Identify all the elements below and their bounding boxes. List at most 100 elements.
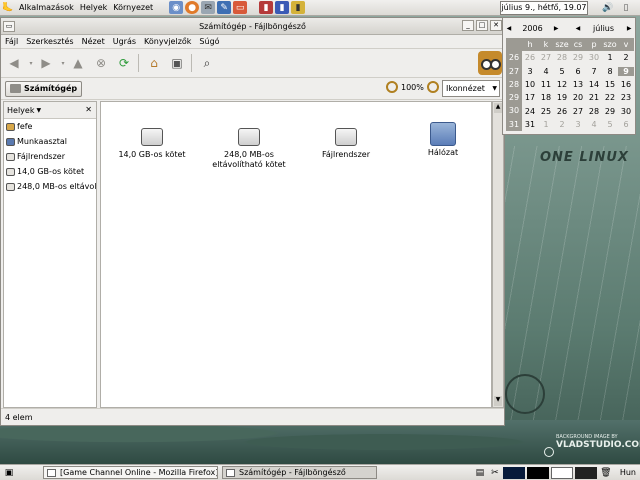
maximize-button[interactable]: □ xyxy=(476,20,488,31)
network-icon[interactable]: ▯ xyxy=(619,1,633,14)
calendar-day[interactable]: 13 xyxy=(570,80,586,89)
zoom-out-icon[interactable] xyxy=(386,81,398,93)
close-button[interactable]: ✕ xyxy=(490,20,502,31)
menu-help[interactable]: Súgó xyxy=(199,37,219,46)
reload-icon[interactable]: ⟳ xyxy=(115,54,133,72)
task-file-browser[interactable]: Számítógép - Fájlböngésző xyxy=(222,466,377,479)
up-arrow-icon[interactable]: ▲ xyxy=(69,54,87,72)
calendar-day[interactable]: 14 xyxy=(586,80,602,89)
back-dropdown-icon[interactable]: ▾ xyxy=(28,54,34,72)
calendar-day[interactable]: 4 xyxy=(586,120,602,129)
calendar-day[interactable]: 5 xyxy=(554,67,570,76)
month-next-button[interactable]: ▶ xyxy=(623,25,635,32)
calendar-day[interactable]: 9 xyxy=(618,66,634,76)
calendar-day[interactable]: 3 xyxy=(570,120,586,129)
minimize-button[interactable]: _ xyxy=(462,20,474,31)
menu-places[interactable]: Helyek xyxy=(77,3,110,12)
calendar-day[interactable]: 17 xyxy=(522,93,538,102)
file-item-volume[interactable]: 14,0 GB-os kötet xyxy=(107,128,197,160)
menu-go[interactable]: Ugrás xyxy=(113,37,136,46)
computer-icon[interactable]: ▣ xyxy=(168,54,186,72)
calendar-day[interactable]: 2 xyxy=(554,120,570,129)
firefox-launcher-icon[interactable]: ● xyxy=(185,1,200,14)
show-desktop-icon[interactable]: ▣ xyxy=(3,467,15,479)
calendar-day[interactable]: 7 xyxy=(586,67,602,76)
menu-system[interactable]: Környezet xyxy=(110,3,156,12)
calendar-day[interactable]: 24 xyxy=(522,107,538,116)
workspace-icon[interactable]: ▤ xyxy=(474,467,486,479)
side-item-filesystem[interactable]: Fájlrendszer xyxy=(4,149,96,164)
calendar-day[interactable]: 31 xyxy=(522,120,538,129)
year-prev-button[interactable]: ◀ xyxy=(503,25,515,32)
forward-dropdown-icon[interactable]: ▾ xyxy=(60,54,66,72)
back-arrow-icon[interactable]: ◀ xyxy=(5,54,23,72)
keyboard-layout[interactable]: Hun xyxy=(620,468,636,477)
zoom-in-icon[interactable] xyxy=(426,81,439,93)
calendar-day[interactable]: 10 xyxy=(522,80,538,89)
calendar-day[interactable]: 28 xyxy=(554,53,570,62)
writer-launcher-icon[interactable]: ✎ xyxy=(217,1,232,14)
volume-icon[interactable]: 🔊 xyxy=(601,1,615,14)
close-side-pane-icon[interactable]: ✕ xyxy=(85,105,92,114)
cpu-monitor[interactable] xyxy=(502,466,525,479)
calendar-day[interactable]: 3 xyxy=(522,67,538,76)
side-item-removable[interactable]: 248,0 MB-os eltávolíth xyxy=(4,179,96,194)
scroll-down-icon[interactable]: ▼ xyxy=(494,396,502,406)
menu-file[interactable]: Fájl xyxy=(5,37,18,46)
side-item-desktop[interactable]: Munkaasztal xyxy=(4,134,96,149)
help-book-icon[interactable]: ▮ xyxy=(291,1,306,14)
mail-launcher-icon[interactable]: ✉ xyxy=(201,1,216,14)
browser-launcher-icon[interactable]: ◉ xyxy=(169,1,184,14)
calendar-day[interactable]: 11 xyxy=(538,80,554,89)
calendar-day[interactable]: 29 xyxy=(570,53,586,62)
calendar-day[interactable]: 1 xyxy=(602,53,618,62)
calendar-day[interactable]: 8 xyxy=(602,67,618,76)
calendar-day[interactable]: 25 xyxy=(538,107,554,116)
scroll-up-icon[interactable]: ▲ xyxy=(494,103,502,113)
calendar-day[interactable]: 30 xyxy=(618,107,634,116)
home-icon[interactable]: ⌂ xyxy=(145,54,163,72)
panel-clock[interactable]: július 9., hétfő, 19.07 xyxy=(500,1,588,15)
year-next-button[interactable]: ▶ xyxy=(550,25,562,32)
calendar-day[interactable]: 27 xyxy=(538,53,554,62)
calendar-day[interactable]: 1 xyxy=(538,120,554,129)
calendar-day[interactable]: 2 xyxy=(618,53,634,62)
calendar-day[interactable]: 16 xyxy=(618,80,634,89)
calendar-day[interactable]: 5 xyxy=(602,120,618,129)
tools-icon[interactable]: ✂ xyxy=(489,467,501,479)
calendar-day[interactable]: 30 xyxy=(586,53,602,62)
zoom-level[interactable]: 100% xyxy=(401,83,424,92)
side-item-volume[interactable]: 14,0 GB-os kötet xyxy=(4,164,96,179)
forward-arrow-icon[interactable]: ▶ xyxy=(37,54,55,72)
window-titlebar[interactable]: ▭ Számítógép - Fájlböngésző _ □ ✕ xyxy=(1,18,504,35)
menu-bookmarks[interactable]: Könyvjelzők xyxy=(144,37,191,46)
presentation-launcher-icon[interactable]: ▭ xyxy=(233,1,248,14)
trash-icon[interactable]: 🗑 xyxy=(600,467,612,479)
calendar-day[interactable]: 6 xyxy=(618,120,634,129)
calendar-day[interactable]: 27 xyxy=(570,107,586,116)
calendar-day[interactable]: 26 xyxy=(522,53,538,62)
calendar-day[interactable]: 15 xyxy=(602,80,618,89)
location-button-computer[interactable]: Számítógép xyxy=(5,80,83,97)
book-icon[interactable]: ▮ xyxy=(259,1,274,14)
calendar-day[interactable]: 18 xyxy=(538,93,554,102)
workspace-switcher-3[interactable] xyxy=(574,466,597,479)
search-icon[interactable]: ⌕ xyxy=(198,54,216,72)
calendar-day[interactable]: 21 xyxy=(586,93,602,102)
calendar-day[interactable]: 22 xyxy=(602,93,618,102)
calendar-day[interactable]: 19 xyxy=(554,93,570,102)
calendar-day[interactable]: 23 xyxy=(618,93,634,102)
calendar-day[interactable]: 29 xyxy=(602,107,618,116)
menu-view[interactable]: Nézet xyxy=(82,37,105,46)
foot-icon[interactable]: 🦶 xyxy=(1,1,15,14)
calendar-day[interactable]: 26 xyxy=(554,107,570,116)
dictionary-icon[interactable]: ▮ xyxy=(275,1,290,14)
month-prev-button[interactable]: ◀ xyxy=(572,25,584,32)
workspace-switcher-2[interactable] xyxy=(550,466,573,479)
side-item-home[interactable]: fefe xyxy=(4,119,96,134)
menu-edit[interactable]: Szerkesztés xyxy=(26,37,73,46)
view-mode-select[interactable]: Ikonnézet ▼ xyxy=(442,80,500,97)
menu-applications[interactable]: Alkalmazások xyxy=(16,3,77,12)
stop-icon[interactable]: ⊗ xyxy=(92,54,110,72)
calendar-day[interactable]: 6 xyxy=(570,67,586,76)
